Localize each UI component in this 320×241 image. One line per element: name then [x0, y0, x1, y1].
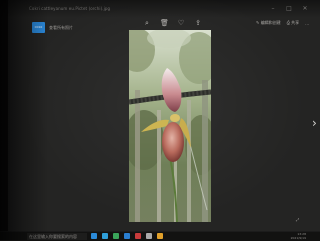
delete-icon[interactable]: 🗑︎: [160, 19, 169, 27]
maximize-icon[interactable]: □: [286, 5, 292, 12]
browser-icon[interactable]: [157, 233, 163, 239]
print-icon: ⎙: [286, 20, 290, 25]
edge-icon[interactable]: [102, 233, 108, 239]
orchid-photo: [129, 30, 211, 222]
settings-icon[interactable]: [146, 233, 152, 239]
right-actions: ✎ 编辑和创建 ⎙ 共享 ...: [256, 20, 309, 26]
see-all-photos-link[interactable]: 查看所有照片: [49, 25, 73, 31]
edit-icon: ✎: [256, 20, 260, 25]
album-tile-text: 0010: [34, 25, 43, 29]
share-icon[interactable]: ⇪: [194, 19, 202, 27]
file-explorer-icon[interactable]: [91, 233, 97, 239]
taskbar-apps: [91, 233, 163, 240]
window-title: Cokri cattleyanum eu.Pictet (orchi).jpg: [29, 6, 111, 11]
chevron-right-icon[interactable]: ›: [312, 116, 320, 130]
share-button[interactable]: ⎙ 共享: [287, 20, 299, 26]
favorite-icon[interactable]: ♡: [177, 19, 185, 27]
more-button[interactable]: ...: [305, 21, 309, 26]
photos-icon[interactable]: [135, 233, 141, 239]
share-label: 共享: [291, 20, 300, 25]
photo-viewer[interactable]: [129, 30, 211, 222]
store-icon[interactable]: [113, 233, 119, 239]
zoom-icon[interactable]: ⌕: [143, 19, 151, 27]
taskbar-search-input[interactable]: 在这里输入你要搜索的内容: [27, 233, 87, 240]
minimize-icon[interactable]: –: [270, 5, 276, 12]
clock-date: 2021/9/19: [290, 235, 306, 240]
system-clock[interactable]: 13:28 2021/9/19: [290, 232, 306, 240]
mail-icon[interactable]: [124, 233, 130, 239]
edit-create-button[interactable]: ✎ 编辑和创建: [256, 20, 281, 26]
fit-icon[interactable]: ⤢: [296, 217, 310, 222]
photo-toolbar: ⌕ 🗑︎ ♡ ⇪: [143, 19, 202, 28]
title-bar: Cokri cattleyanum eu.Pictet (orchi).jpg …: [8, 0, 320, 19]
window-controls: – □ ✕: [270, 5, 308, 13]
edit-create-label: 编辑和创建: [260, 20, 281, 25]
photos-app-window: Cokri cattleyanum eu.Pictet (orchi).jpg …: [8, 0, 320, 232]
close-icon[interactable]: ✕: [302, 5, 308, 12]
album-tile[interactable]: 0010: [32, 22, 45, 33]
